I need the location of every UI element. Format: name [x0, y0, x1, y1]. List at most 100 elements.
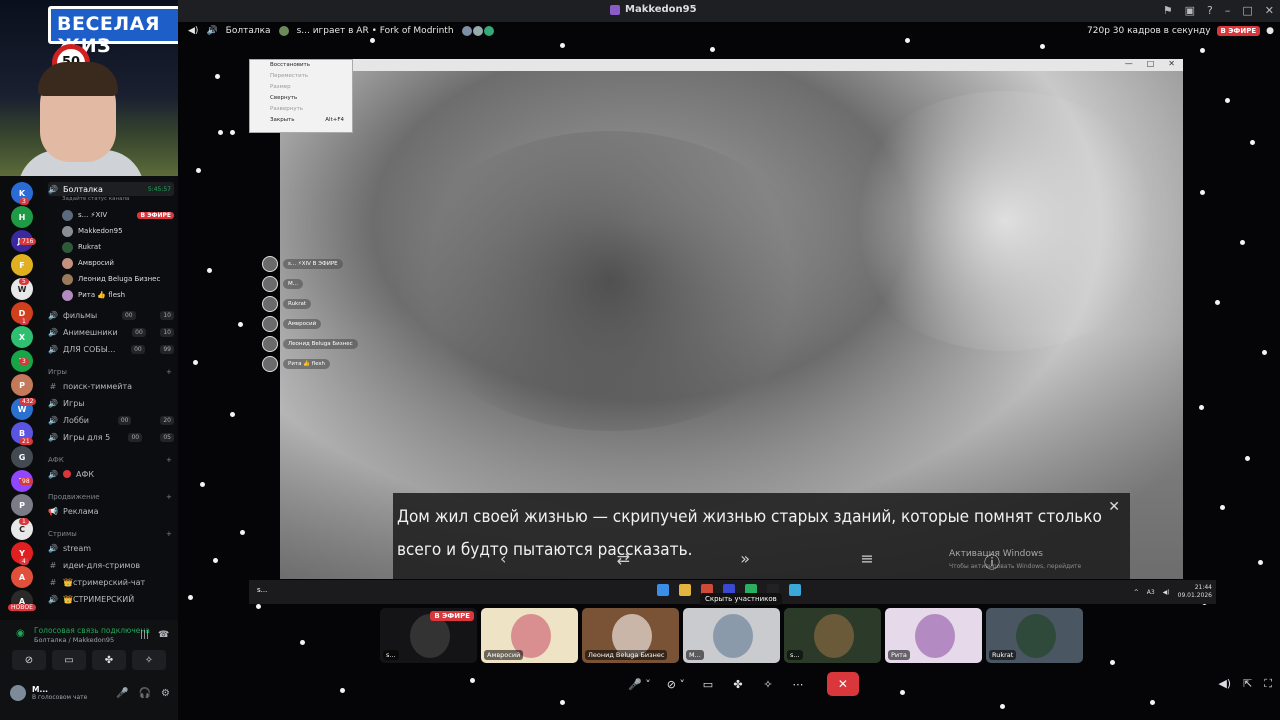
server-icon[interactable]: P: [11, 374, 33, 396]
voice-channel-stream[interactable]: 🔊 stream: [48, 541, 174, 555]
username[interactable]: M...: [32, 685, 87, 694]
server-icon[interactable]: H: [11, 206, 33, 228]
fast-forward-icon[interactable]: »: [740, 549, 750, 573]
volume-icon[interactable]: ◀): [1218, 677, 1231, 691]
inbox-icon[interactable]: ▣: [1185, 4, 1195, 17]
server-icon[interactable]: X: [11, 326, 33, 348]
participant-tile[interactable]: Амвросий: [481, 608, 578, 663]
popout-icon[interactable]: ⇱: [1243, 677, 1252, 691]
text-channel-streamer-chat[interactable]: # 👑стримерский-чат: [48, 575, 174, 589]
text-channel-team-search[interactable]: # поиск-тиммейта: [48, 379, 174, 393]
maximize-button[interactable]: □: [1242, 4, 1252, 17]
speaker-icon: 🔊: [48, 594, 58, 604]
windows-start-icon[interactable]: [657, 584, 669, 596]
participant-tile[interactable]: M...: [683, 608, 780, 663]
voice-channel-streamer[interactable]: 🔊 👑СТРИМЕРСКИЙ: [48, 592, 174, 606]
explorer-icon[interactable]: [679, 584, 691, 596]
category-afk[interactable]: АФК +: [48, 456, 174, 464]
soundboard-button[interactable]: ✧: [132, 650, 166, 670]
add-channel-icon[interactable]: +: [166, 493, 172, 501]
taskbar-left-label[interactable]: s...: [257, 586, 267, 594]
leave-call-button[interactable]: ✕: [826, 672, 859, 696]
voice-channel-bolталka[interactable]: 🔊 Болталка 5:45:57: [48, 182, 174, 196]
participant-tile[interactable]: Рита: [885, 608, 982, 663]
camera-off-button[interactable]: ⊘: [12, 650, 46, 670]
category-streams[interactable]: Стримы +: [48, 530, 174, 538]
participant-tile[interactable]: s...: [784, 608, 881, 663]
notification-badge: 5: [19, 278, 29, 285]
voice-channel-games-for-5[interactable]: 🔊 Игры для 5 00 05: [48, 430, 174, 444]
skip-icon[interactable]: ⇄: [617, 549, 630, 573]
voice-channel-games[interactable]: 🔊 Игры: [48, 396, 174, 410]
voice-channel-anime[interactable]: 🔊 Анимешники 00 10: [48, 325, 174, 339]
context-menu-item[interactable]: Восстановить: [250, 60, 352, 71]
settings-gear-icon[interactable]: ⚙: [161, 688, 170, 699]
chevron-up-icon[interactable]: ^: [1134, 589, 1139, 596]
pin-icon[interactable]: ⚑: [1163, 4, 1173, 17]
clock[interactable]: 21:44 09.01.2026: [1178, 584, 1212, 600]
context-menu-item[interactable]: Свернуть: [250, 93, 352, 104]
activities-button[interactable]: ✤: [92, 650, 126, 670]
voice-user[interactable]: Makkedon95: [62, 224, 174, 238]
channel-status-hint[interactable]: Задайте статус канала: [62, 196, 129, 202]
server-icon[interactable]: G: [11, 446, 33, 468]
channel-ads[interactable]: 📢 Реклама: [48, 504, 174, 518]
voice-connected-label[interactable]: Голосовая связь подключена: [34, 626, 150, 635]
menu-icon[interactable]: ≡: [860, 549, 873, 573]
server-icon[interactable]: P: [11, 494, 33, 516]
voice-location[interactable]: Болталка / Makkedon95: [34, 636, 114, 644]
microphone-toggle[interactable]: 🎤 ˅: [624, 673, 655, 695]
disconnect-icon[interactable]: ☎: [158, 630, 169, 640]
category-promo[interactable]: Продвижение +: [48, 493, 174, 501]
avatar: [262, 276, 278, 292]
stream-channel-name[interactable]: Болталка: [226, 26, 271, 36]
camera-toggle[interactable]: ⊘ ˅: [663, 673, 689, 695]
participant-tile[interactable]: s... В ЭФИРЕ: [380, 608, 477, 663]
avatar[interactable]: [10, 685, 26, 701]
participant-tile[interactable]: Леонид Beluga Бизнес: [582, 608, 679, 663]
stream-view[interactable]: — □ ✕ Дом жил своей жизнью — скрипучей ж…: [249, 59, 1216, 604]
screen-share-button[interactable]: ▭: [697, 673, 719, 695]
noise-suppression-icon[interactable]: |||: [140, 630, 149, 640]
game-viewport[interactable]: Дом жил своей жизнью — скрипучей жизнью …: [280, 71, 1183, 579]
close-button[interactable]: ✕: [1265, 4, 1274, 17]
voice-user[interactable]: Леонид Beluga Бизнес: [62, 272, 174, 286]
add-channel-icon[interactable]: +: [166, 368, 172, 376]
more-options-button[interactable]: ⋯: [787, 673, 809, 695]
voice-channel-lobby[interactable]: 🔊 Лобби 00 20: [48, 413, 174, 427]
voice-user[interactable]: Рита 👍 flesh: [62, 288, 174, 302]
voice-channel-films[interactable]: 🔊 фильмы 00 10: [48, 308, 174, 322]
info-icon[interactable]: ⓘ: [984, 549, 1000, 573]
microphone-icon[interactable]: 🎤: [116, 688, 128, 699]
text-channel-stream-ideas[interactable]: # идеи-для-стримов: [48, 558, 174, 572]
participant-tile[interactable]: Rukrat: [986, 608, 1083, 663]
voice-channel-afk[interactable]: 🔊 АФК: [48, 467, 174, 481]
add-channel-icon[interactable]: +: [166, 456, 172, 464]
maximize-button[interactable]: □: [1147, 59, 1155, 68]
soundboard-button[interactable]: ✧: [757, 673, 779, 695]
context-menu-item[interactable]: Закрыть Alt+F4: [250, 115, 352, 126]
game-icon: [278, 26, 289, 36]
minimize-button[interactable]: –: [1225, 4, 1231, 17]
category-games[interactable]: Игры +: [48, 368, 174, 376]
voice-channel-events[interactable]: 🔊 ДЛЯ СОБЫ... 00 99: [48, 342, 174, 356]
voice-user[interactable]: Амвросий: [62, 256, 174, 270]
close-button[interactable]: ✕: [1168, 59, 1175, 68]
help-icon[interactable]: ?: [1207, 4, 1213, 17]
volume-icon[interactable]: ◀): [1163, 589, 1170, 596]
close-icon[interactable]: ✕: [1108, 499, 1120, 515]
activities-button[interactable]: ✤: [727, 673, 749, 695]
voice-user[interactable]: Rukrat: [62, 240, 174, 254]
headphones-icon[interactable]: 🎧: [139, 688, 151, 699]
fullscreen-icon[interactable]: ⛶: [1264, 677, 1272, 691]
screen-share-button[interactable]: ▭: [52, 650, 86, 670]
server-icon[interactable]: A: [11, 566, 33, 588]
add-channel-icon[interactable]: +: [166, 530, 172, 538]
chat-bubble-icon[interactable]: ●: [1266, 26, 1274, 36]
minimize-button[interactable]: —: [1125, 59, 1133, 68]
input-language[interactable]: A3: [1147, 589, 1155, 596]
app-icon[interactable]: [789, 584, 801, 596]
back-arrow-icon[interactable]: ‹: [500, 549, 506, 573]
voice-user[interactable]: s... ⚡XIV В ЭФИРЕ: [62, 208, 174, 222]
server-icon[interactable]: F: [11, 254, 33, 276]
